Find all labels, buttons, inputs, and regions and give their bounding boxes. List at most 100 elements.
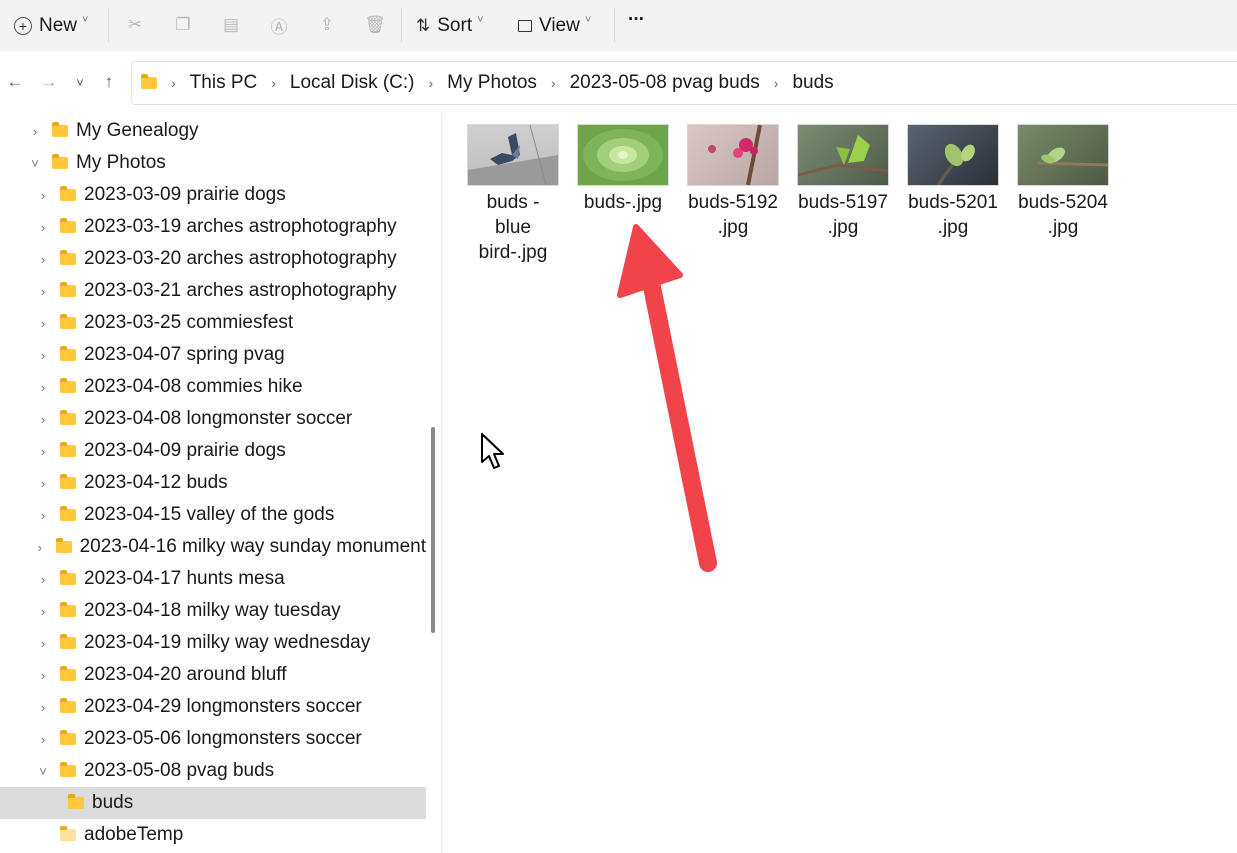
chevron-right-icon[interactable]: › <box>36 252 50 267</box>
tree-item-buds-selected[interactable]: buds <box>0 787 426 819</box>
tree-item-pvag-buds[interactable]: ˅ 2023-05-08 pvag buds <box>0 755 426 787</box>
folder-icon <box>141 74 157 89</box>
tree-item-folder[interactable]: › 2023-04-18 milky way tuesday <box>0 595 426 627</box>
tree-item-folder[interactable]: › 2023-04-09 prairie dogs <box>0 435 426 467</box>
view-button[interactable]: View ˅ <box>518 0 591 51</box>
new-label: New <box>39 14 78 36</box>
more-options-button[interactable]: ··· <box>628 0 645 45</box>
folder-icon <box>60 442 76 457</box>
breadcrumb-this-pc[interactable]: This PC <box>190 72 258 94</box>
tree-item-folder[interactable]: › 2023-03-21 arches astrophotography <box>0 275 426 307</box>
chevron-down-icon[interactable]: ˅ <box>28 156 42 171</box>
folder-icon <box>52 122 68 137</box>
up-icon[interactable]: ↑ <box>99 72 119 92</box>
tree-item-folder[interactable]: › 2023-05-06 longmonsters soccer <box>0 723 426 755</box>
chevron-right-icon: › <box>550 75 556 91</box>
chevron-right-icon[interactable]: › <box>36 604 50 619</box>
tree-item-label: 2023-04-29 longmonsters soccer <box>84 696 362 717</box>
rename-icon[interactable]: Ⓐ <box>268 14 290 37</box>
tree-item-label: 2023-04-19 milky way wednesday <box>84 632 371 653</box>
cut-icon[interactable]: ✂ <box>124 14 146 36</box>
tree-item-label: 2023-04-15 valley of the gods <box>84 504 335 525</box>
paste-icon[interactable]: ▤ <box>220 14 242 36</box>
file-item[interactable]: buds - blue bird-.jpg <box>458 124 568 265</box>
breadcrumb-local-disk[interactable]: Local Disk (C:) <box>290 72 415 94</box>
folder-icon <box>60 186 76 201</box>
sort-button[interactable]: ⇅ Sort ˅ <box>416 0 484 51</box>
share-icon[interactable]: ⇪ <box>316 14 338 36</box>
chevron-right-icon[interactable]: › <box>36 412 50 427</box>
file-name: blue <box>495 217 531 238</box>
file-item[interactable]: buds-5201 .jpg <box>898 124 1008 240</box>
chevron-down-icon[interactable]: ˅ <box>36 764 50 779</box>
back-icon[interactable]: ← <box>5 72 25 92</box>
chevron-right-icon[interactable]: › <box>36 700 50 715</box>
bird-image <box>468 125 558 185</box>
chevron-right-icon[interactable]: › <box>36 188 50 203</box>
chevron-right-icon[interactable]: › <box>36 348 50 363</box>
chevron-right-icon: › <box>271 75 276 91</box>
address-bar[interactable]: › This PC › Local Disk (C:) › My Photos … <box>131 61 1237 105</box>
chevron-right-icon[interactable]: › <box>36 668 50 683</box>
chevron-right-icon[interactable]: › <box>36 316 50 331</box>
tree-item-folder[interactable]: › 2023-04-20 around bluff <box>0 659 426 691</box>
file-item[interactable]: buds-.jpg <box>568 124 678 215</box>
tree-item-folder[interactable]: › 2023-04-16 milky way sunday monument <box>0 531 426 563</box>
tree-item-folder[interactable]: › 2023-03-20 arches astrophotography <box>0 243 426 275</box>
tree-item-adobetemp[interactable]: adobeTemp <box>0 819 426 851</box>
folder-icon <box>60 762 76 777</box>
tree-item-folder[interactable]: › 2023-04-17 hunts mesa <box>0 563 426 595</box>
forward-icon[interactable]: → <box>39 72 59 92</box>
file-item[interactable]: buds-5197 .jpg <box>788 124 898 240</box>
tree-item-folder[interactable]: › 2023-04-08 commies hike <box>0 371 426 403</box>
breadcrumb-pvag-buds[interactable]: 2023-05-08 pvag buds <box>570 72 760 94</box>
tree-item-label: 2023-05-06 longmonsters soccer <box>84 728 362 749</box>
tree-item-folder[interactable]: › 2023-03-09 prairie dogs <box>0 179 426 211</box>
tree-item-folder[interactable]: › 2023-03-25 commiesfest <box>0 307 426 339</box>
chevron-right-icon[interactable]: › <box>36 284 50 299</box>
plus-circle-icon: + <box>14 16 32 35</box>
chevron-right-icon[interactable]: › <box>28 124 42 139</box>
tree-item-label: 2023-03-21 arches astrophotography <box>84 280 397 301</box>
chevron-right-icon[interactable]: › <box>36 476 50 491</box>
chevron-right-icon[interactable]: › <box>36 636 50 651</box>
file-item[interactable]: buds-5204 .jpg <box>1008 124 1118 240</box>
tree-item-folder[interactable]: › 2023-04-07 spring pvag <box>0 339 426 371</box>
tree-item-folder[interactable]: › 2023-04-12 buds <box>0 467 426 499</box>
tree-item-label: 2023-05-08 pvag buds <box>84 760 275 781</box>
recent-locations-icon[interactable]: ˅ <box>70 72 90 92</box>
breadcrumb-buds[interactable]: buds <box>792 72 833 94</box>
tree-item-label: 2023-04-09 prairie dogs <box>84 440 286 461</box>
chevron-right-icon[interactable]: › <box>36 220 50 235</box>
chevron-right-icon[interactable]: › <box>36 508 50 523</box>
breadcrumb-my-photos[interactable]: My Photos <box>447 72 537 94</box>
chevron-right-icon[interactable]: › <box>33 540 46 555</box>
tree-item-my-genealogy[interactable]: › My Genealogy <box>0 115 426 147</box>
sidebar-scrollbar[interactable] <box>431 427 435 633</box>
folder-icon <box>60 282 76 297</box>
chevron-right-icon[interactable]: › <box>36 732 50 747</box>
delete-icon[interactable]: 🗑 <box>364 14 386 36</box>
tree-item-folder[interactable]: › 2023-03-19 arches astrophotography <box>0 211 426 243</box>
tree-item-my-photos[interactable]: ˅ My Photos <box>0 147 426 179</box>
thumbnail-bud-branch <box>1017 124 1109 186</box>
tree-item-folder[interactable]: › 2023-04-19 milky way wednesday <box>0 627 426 659</box>
new-button[interactable]: + New ˅ <box>14 0 88 51</box>
chevron-right-icon[interactable]: › <box>36 572 50 587</box>
toolbar-divider <box>614 8 615 42</box>
folder-icon <box>60 218 76 233</box>
thumbnail-bud-dark <box>907 124 999 186</box>
tree-item-folder[interactable]: › 2023-04-29 longmonsters soccer <box>0 691 426 723</box>
chevron-down-icon: ˅ <box>82 13 89 26</box>
file-name: buds-.jpg <box>583 192 663 213</box>
folder-icon <box>60 378 76 393</box>
chevron-right-icon[interactable]: › <box>36 444 50 459</box>
tree-item-folder[interactable]: › 2023-04-08 longmonster soccer <box>0 403 426 435</box>
chevron-down-icon: ˅ <box>584 13 592 26</box>
pane-divider[interactable] <box>441 113 442 853</box>
tree-item-folder[interactable]: › 2023-04-15 valley of the gods <box>0 499 426 531</box>
pink-buds-image <box>708 125 762 185</box>
copy-icon[interactable]: ❐ <box>172 14 194 36</box>
chevron-right-icon[interactable]: › <box>36 380 50 395</box>
command-bar: + New ˅ ✂ ❐ ▤ Ⓐ ⇪ 🗑 ⇅ Sort ˅ View ˅ ··· <box>0 0 1237 52</box>
